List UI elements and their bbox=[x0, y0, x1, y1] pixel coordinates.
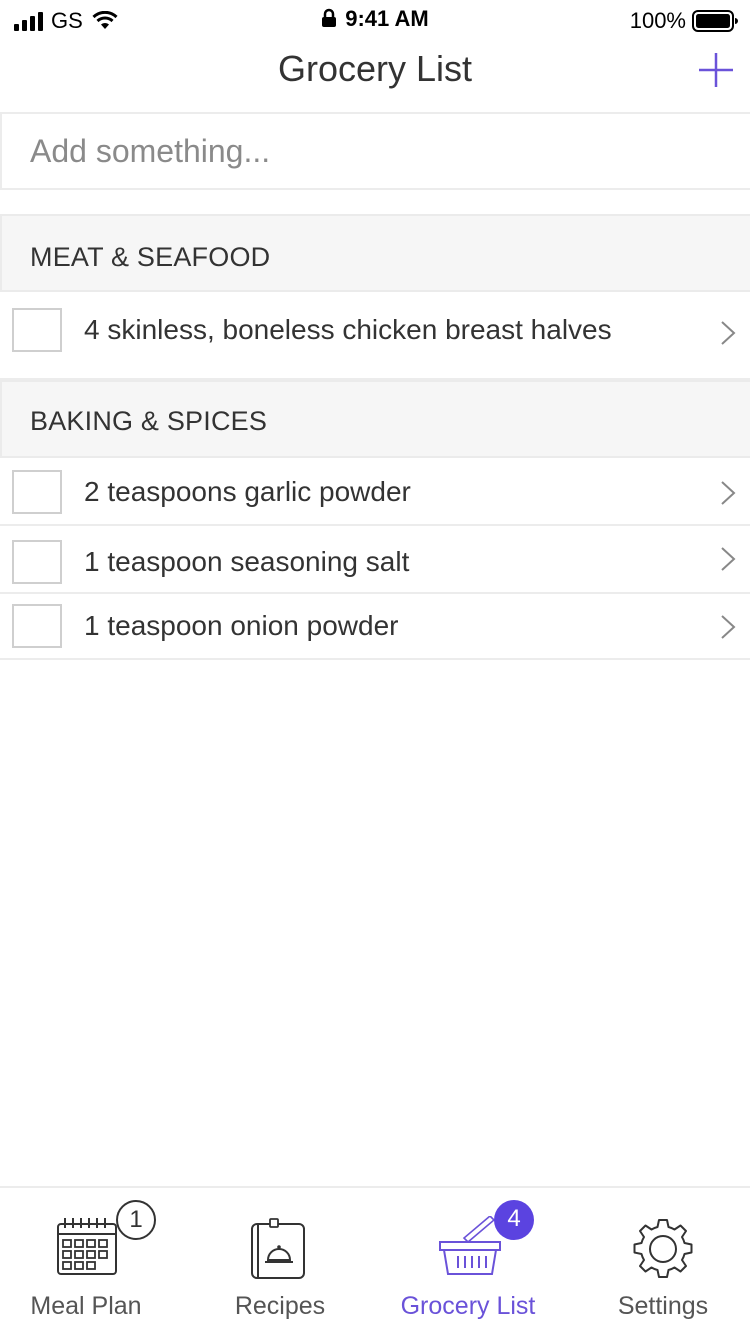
add-item-button[interactable] bbox=[698, 52, 734, 88]
section-title: BAKING & SPICES bbox=[30, 406, 268, 436]
chevron-right-icon bbox=[721, 547, 736, 571]
lock-icon bbox=[322, 8, 337, 27]
item-text: 4 skinless, boneless chicken breast halv… bbox=[84, 314, 612, 345]
battery-icon bbox=[692, 10, 738, 32]
plus-icon bbox=[699, 53, 733, 87]
section-header-baking-spices: BAKING & SPICES bbox=[0, 380, 750, 458]
tab-label: Grocery List bbox=[400, 1292, 536, 1320]
list-item[interactable]: 1 teaspoon onion powder bbox=[0, 594, 750, 660]
item-checkbox[interactable] bbox=[12, 470, 62, 514]
page-title: Grocery List bbox=[277, 48, 473, 89]
section-header-meat-seafood: MEAT & SEAFOOD bbox=[0, 214, 750, 292]
tab-label: Settings bbox=[617, 1292, 709, 1320]
calendar-icon bbox=[57, 1218, 117, 1275]
tab-meal-plan[interactable]: 1 Meal Plan bbox=[0, 1188, 172, 1334]
recipe-book-icon bbox=[251, 1218, 305, 1279]
list-item[interactable]: 4 skinless, boneless chicken breast halv… bbox=[0, 292, 750, 380]
add-item-field-container bbox=[0, 112, 750, 190]
basket-icon bbox=[439, 1216, 501, 1275]
item-checkbox[interactable] bbox=[12, 604, 62, 648]
navigation-bar: Grocery List bbox=[0, 40, 750, 100]
status-right: 100% bbox=[630, 8, 738, 34]
tab-grocery-list[interactable]: 4 Grocery List bbox=[382, 1188, 554, 1334]
tab-label: Recipes bbox=[234, 1292, 326, 1320]
add-item-input[interactable] bbox=[2, 114, 750, 188]
tab-recipes[interactable]: Recipes bbox=[194, 1188, 366, 1334]
meal-plan-badge: 1 bbox=[116, 1200, 156, 1240]
tab-settings[interactable]: Settings bbox=[578, 1188, 748, 1334]
chevron-right-icon bbox=[721, 321, 736, 345]
list-item[interactable]: 2 teaspoons garlic powder bbox=[0, 458, 750, 526]
item-text: 1 teaspoon seasoning salt bbox=[84, 546, 410, 577]
item-checkbox[interactable] bbox=[12, 540, 62, 584]
item-text: 1 teaspoon onion powder bbox=[84, 610, 399, 641]
item-checkbox[interactable] bbox=[12, 308, 62, 352]
battery-percentage: 100% bbox=[629, 8, 686, 33]
chevron-right-icon bbox=[721, 615, 736, 639]
tab-label: Meal Plan bbox=[30, 1292, 142, 1320]
gear-icon bbox=[633, 1219, 693, 1278]
tab-bar: 1 Meal Plan Recipes 4 Grocery List Setti… bbox=[0, 1186, 750, 1334]
chevron-right-icon bbox=[721, 481, 736, 505]
item-text: 2 teaspoons garlic powder bbox=[84, 476, 411, 507]
section-title: MEAT & SEAFOOD bbox=[30, 242, 271, 272]
list-item[interactable]: 1 teaspoon seasoning salt bbox=[0, 526, 750, 594]
status-bar: GS 9:41 AM 100% bbox=[0, 0, 750, 40]
grocery-list-badge: 4 bbox=[494, 1200, 534, 1240]
status-time: 9:41 AM bbox=[345, 6, 429, 31]
